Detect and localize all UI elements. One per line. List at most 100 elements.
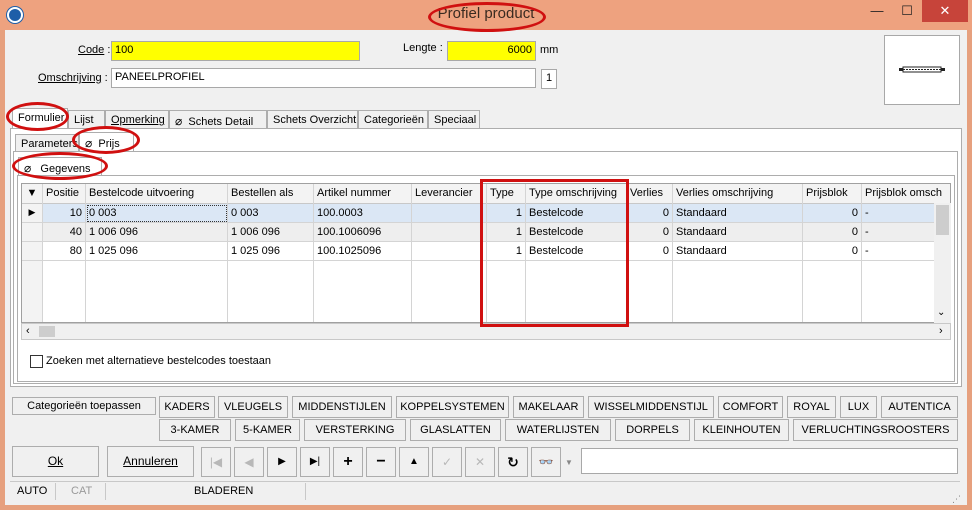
col-prijsblok[interactable]: Prijsblok [803,184,862,204]
cell-verlies-omschrijving[interactable]: Standaard [673,223,803,242]
post-record-icon[interactable]: ✓ [432,447,462,477]
lengte-label: Lengte : [403,42,443,54]
minimize-icon[interactable]: — [862,0,892,22]
search-input[interactable] [581,448,958,474]
category-3-kamer-button[interactable]: 3-KAMER [159,419,231,441]
cell-verlies[interactable]: 0 [627,223,673,242]
col-leverancier[interactable]: Leverancier [412,184,487,204]
alternatieve-bestelcodes-checkbox[interactable] [30,355,43,368]
category-wisselmiddenstijl-button[interactable]: WISSELMIDDENSTIJL [588,396,714,418]
col-verlies[interactable]: Verlies [627,184,673,204]
insert-record-icon[interactable]: + [333,447,363,477]
category-glaslatten-button[interactable]: GLASLATTEN [410,419,501,441]
vertical-scroll-thumb[interactable] [936,205,949,235]
cell-leverancier[interactable] [412,223,487,242]
scroll-down-icon[interactable]: ⌄ [937,307,945,318]
resize-grip-icon[interactable]: ⋰ [952,494,961,505]
cell-verlies-omschrijving[interactable]: Standaard [673,204,803,223]
next-record-icon[interactable]: ▶ [267,447,297,477]
grid-vertical-scrollbar[interactable]: ⌄ [934,203,951,323]
prior-record-icon[interactable]: ◀ [234,447,264,477]
lengte-field[interactable]: 6000 [447,41,536,61]
category-dorpels-button[interactable]: DORPELS [615,419,690,441]
annotation-title [428,2,546,32]
cell-prijsblok-omschrijving[interactable]: - [862,223,935,242]
maximize-icon[interactable]: ☐ [892,0,922,22]
cell-prijsblok-omschrijving[interactable]: - [862,242,935,261]
col-bestelcode-uitvoering[interactable]: Bestelcode uitvoering [86,184,228,204]
code-label: Code : [78,44,111,56]
status-auto: AUTO [10,483,56,500]
cell-prijsblok[interactable]: 0 [803,242,862,261]
cell-positie[interactable]: 40 [43,223,86,242]
cell-bestellen-als[interactable]: 1 006 096 [228,223,314,242]
cell-artikel-nummer[interactable]: 100.1006096 [314,223,412,242]
refresh-icon[interactable]: ↻ [498,447,528,477]
category-koppelsystemen-button[interactable]: KOPPELSYSTEMEN [396,396,509,418]
tab-schets-detail[interactable]: ⌀ Schets Detail [169,110,267,130]
horizontal-scroll-thumb[interactable] [39,326,55,337]
cell-artikel-nummer[interactable]: 100.1025096 [314,242,412,261]
annotation-prijs [72,126,140,154]
profile-sketch-icon [899,66,945,73]
first-record-icon[interactable]: |◀ [201,447,231,477]
alternatieve-bestelcodes-label: Zoeken met alternatieve bestelcodes toes… [46,355,272,367]
scroll-right-icon[interactable]: › [939,325,943,337]
tab-speciaal[interactable]: Speciaal [428,110,480,130]
paperclip-icon: ⌀ [175,114,183,128]
cell-verlies[interactable]: 0 [627,242,673,261]
category-versterking-button[interactable]: VERSTERKING [304,419,406,441]
cell-positie[interactable]: 80 [43,242,86,261]
cell-verlies-omschrijving[interactable]: Standaard [673,242,803,261]
cell-artikel-nummer[interactable]: 100.0003 [314,204,412,223]
last-record-icon[interactable]: ▶| [300,447,330,477]
lengte-unit: mm [540,44,559,56]
tab-categorieen[interactable]: Categorieën [358,110,428,130]
cell-bestelcode-uitvoering[interactable]: 1 025 096 [86,242,228,261]
cell-prijsblok[interactable]: 0 [803,204,862,223]
cell-prijsblok[interactable]: 0 [803,223,862,242]
category-kleinhouten-button[interactable]: KLEINHOUTEN [694,419,789,441]
category-vleugels-button[interactable]: VLEUGELS [218,396,288,418]
category-makelaar-button[interactable]: MAKELAAR [513,396,584,418]
ok-button[interactable]: Ok [12,446,99,477]
row-indicator-icon: ▶ [22,204,43,223]
profile-preview [884,35,960,105]
category-comfort-button[interactable]: COMFORT [718,396,783,418]
category-5-kamer-button[interactable]: 5-KAMER [235,419,300,441]
cell-verlies[interactable]: 0 [627,204,673,223]
binoculars-icon[interactable]: 👓 [531,447,561,477]
annuleren-button[interactable]: Annuleren [107,446,194,477]
edit-record-icon[interactable]: ▲ [399,447,429,477]
cell-bestelcode-uitvoering[interactable]: 1 006 096 [86,223,228,242]
code-field[interactable]: 100 [111,41,360,61]
cell-prijsblok-omschrijving[interactable]: - [862,204,935,223]
cell-leverancier[interactable] [412,242,487,261]
close-icon[interactable]: ✕ [922,0,968,22]
grid-header-indicator: ▼ [22,184,43,204]
categorieen-toepassen-button[interactable]: Categorieën toepassen [12,397,156,415]
col-prijsblok-omschrijving[interactable]: Prijsblok omsch [862,184,950,204]
col-positie[interactable]: Positie [43,184,86,204]
category-waterlijsten-button[interactable]: WATERLIJSTEN [505,419,611,441]
cell-leverancier[interactable] [412,204,487,223]
cancel-record-icon[interactable]: ✕ [465,447,495,477]
category-autentica-button[interactable]: AUTENTICA [881,396,958,418]
cell-positie[interactable]: 10 [43,204,86,223]
cell-bestellen-als[interactable]: 1 025 096 [228,242,314,261]
category-middenstijlen-button[interactable]: MIDDENSTIJLEN [292,396,392,418]
col-verlies-omschrijving[interactable]: Verlies omschrijving [673,184,803,204]
category-verluchtingsroosters-button[interactable]: VERLUCHTINGSROOSTERS [793,419,958,441]
cell-bestelcode-uitvoering[interactable]: 0 003 [86,204,228,223]
cell-bestellen-als[interactable]: 0 003 [228,204,314,223]
scroll-left-icon[interactable]: ‹ [26,325,30,337]
col-artikel-nummer[interactable]: Artikel nummer [314,184,412,204]
omschrijving-field[interactable]: PANEELPROFIEL [111,68,536,88]
category-lux-button[interactable]: LUX [840,396,877,418]
category-royal-button[interactable]: ROYAL [787,396,836,418]
tab-schets-overzicht[interactable]: Schets Overzicht [267,110,358,130]
category-kaders-button[interactable]: KADERS [159,396,215,418]
col-bestellen-als[interactable]: Bestellen als [228,184,314,204]
search-dropdown-icon[interactable]: ▼ [565,458,573,467]
delete-record-icon[interactable]: − [366,447,396,477]
